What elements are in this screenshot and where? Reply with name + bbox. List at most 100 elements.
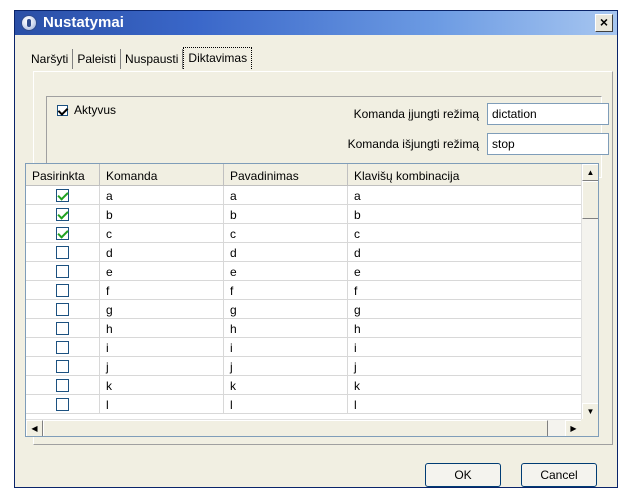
close-button[interactable]: × (595, 14, 613, 32)
row-select-checkbox[interactable] (56, 265, 69, 278)
row-select-cell (26, 338, 100, 357)
cell-klavisai[interactable]: j (348, 357, 582, 376)
enable-command-input[interactable] (487, 103, 609, 125)
cell-komanda[interactable]: e (100, 262, 224, 281)
row-select-checkbox[interactable] (56, 360, 69, 373)
scroll-up-button[interactable]: ▲ (582, 164, 598, 181)
active-checkbox-label: Aktyvus (74, 103, 117, 117)
row-select-checkbox[interactable] (56, 246, 69, 259)
cell-komanda[interactable]: a (100, 186, 224, 205)
cell-pavadinimas[interactable]: d (224, 243, 348, 262)
cell-pavadinimas[interactable]: k (224, 376, 348, 395)
cancel-button[interactable]: Cancel (521, 463, 597, 487)
row-select-checkbox[interactable] (56, 208, 69, 221)
row-select-cell (26, 395, 100, 414)
table-row[interactable]: lll (26, 395, 582, 414)
table-row[interactable]: aaa (26, 186, 582, 205)
cell-pavadinimas[interactable]: e (224, 262, 348, 281)
cell-klavisai[interactable]: k (348, 376, 582, 395)
horizontal-scrollbar[interactable]: ◀ ▶ (26, 419, 582, 436)
table-row[interactable]: kkk (26, 376, 582, 395)
row-select-checkbox[interactable] (56, 322, 69, 335)
row-select-checkbox[interactable] (56, 227, 69, 240)
cell-komanda[interactable]: i (100, 338, 224, 357)
table-row[interactable]: ccc (26, 224, 582, 243)
cell-klavisai[interactable]: b (348, 205, 582, 224)
row-select-cell (26, 319, 100, 338)
column-header-klavisu-kombinacija[interactable]: Klavišų kombinacija (348, 164, 582, 186)
row-select-cell (26, 357, 100, 376)
row-select-cell (26, 224, 100, 243)
cell-komanda[interactable]: l (100, 395, 224, 414)
table-row[interactable]: eee (26, 262, 582, 281)
cell-pavadinimas[interactable]: l (224, 395, 348, 414)
row-select-checkbox[interactable] (56, 341, 69, 354)
table-row[interactable]: ddd (26, 243, 582, 262)
row-select-checkbox[interactable] (56, 398, 69, 411)
table-row[interactable]: iii (26, 338, 582, 357)
column-header-pasirinkta[interactable]: Pasirinkta (26, 164, 100, 186)
row-select-cell (26, 300, 100, 319)
title-bar[interactable]: Nustatymai × (15, 11, 617, 35)
vertical-scroll-thumb[interactable] (582, 181, 598, 219)
cell-komanda[interactable]: d (100, 243, 224, 262)
cell-pavadinimas[interactable]: c (224, 224, 348, 243)
table-row[interactable]: hhh (26, 319, 582, 338)
cell-klavisai[interactable]: i (348, 338, 582, 357)
cell-komanda[interactable]: h (100, 319, 224, 338)
cell-pavadinimas[interactable]: a (224, 186, 348, 205)
cell-klavisai[interactable]: h (348, 319, 582, 338)
enable-command-label: Komanda įjungti režimą (353, 107, 479, 121)
cell-komanda[interactable]: f (100, 281, 224, 300)
table-row[interactable]: bbb (26, 205, 582, 224)
row-select-checkbox[interactable] (56, 189, 69, 202)
cell-klavisai[interactable]: c (348, 224, 582, 243)
cell-komanda[interactable]: c (100, 224, 224, 243)
cell-klavisai[interactable]: f (348, 281, 582, 300)
vertical-scrollbar[interactable]: ▲ ▼ (581, 164, 598, 420)
row-select-checkbox[interactable] (56, 284, 69, 297)
cell-klavisai[interactable]: e (348, 262, 582, 281)
row-select-checkbox[interactable] (56, 303, 69, 316)
cell-pavadinimas[interactable]: b (224, 205, 348, 224)
cell-komanda[interactable]: g (100, 300, 224, 319)
cell-komanda[interactable]: j (100, 357, 224, 376)
row-select-cell (26, 281, 100, 300)
table-row[interactable]: fff (26, 281, 582, 300)
horizontal-scroll-thumb[interactable] (43, 420, 548, 436)
tab-paleisti[interactable]: Paleisti (73, 49, 122, 69)
cell-komanda[interactable]: k (100, 376, 224, 395)
row-select-cell (26, 376, 100, 395)
scroll-right-button[interactable]: ▶ (565, 420, 582, 436)
row-select-checkbox[interactable] (56, 379, 69, 392)
table-row[interactable]: jjj (26, 357, 582, 376)
disable-command-row: Komanda išjungti režimą (347, 133, 609, 155)
column-header-pavadinimas[interactable]: Pavadinimas (224, 164, 348, 186)
active-checkbox-row[interactable]: Aktyvus (57, 103, 116, 117)
cell-pavadinimas[interactable]: i (224, 338, 348, 357)
grid-rows: aaabbbcccdddeeefffggghhhiiijjjkkklll (26, 186, 582, 414)
cell-klavisai[interactable]: l (348, 395, 582, 414)
tab-nuspausti[interactable]: Nuspausti (121, 49, 184, 69)
window-title: Nustatymai (43, 14, 124, 31)
active-checkbox[interactable] (57, 104, 68, 116)
scroll-down-button[interactable]: ▼ (582, 403, 598, 420)
enable-command-row: Komanda įjungti režimą (347, 103, 609, 125)
cell-pavadinimas[interactable]: f (224, 281, 348, 300)
cell-klavisai[interactable]: d (348, 243, 582, 262)
cell-klavisai[interactable]: g (348, 300, 582, 319)
disable-command-input[interactable] (487, 133, 609, 155)
cell-pavadinimas[interactable]: h (224, 319, 348, 338)
tab-narsyti[interactable]: Naršyti (27, 49, 74, 69)
tab-diktavimas[interactable]: Diktavimas (183, 47, 253, 69)
cell-pavadinimas[interactable]: g (224, 300, 348, 319)
ok-button[interactable]: OK (425, 463, 501, 487)
tab-strip: Naršyti Paleisti Nuspausti Diktavimas (27, 47, 253, 71)
table-row[interactable]: ggg (26, 300, 582, 319)
row-select-cell (26, 262, 100, 281)
column-header-komanda[interactable]: Komanda (100, 164, 224, 186)
scroll-left-button[interactable]: ◀ (26, 420, 43, 436)
cell-klavisai[interactable]: a (348, 186, 582, 205)
cell-pavadinimas[interactable]: j (224, 357, 348, 376)
cell-komanda[interactable]: b (100, 205, 224, 224)
